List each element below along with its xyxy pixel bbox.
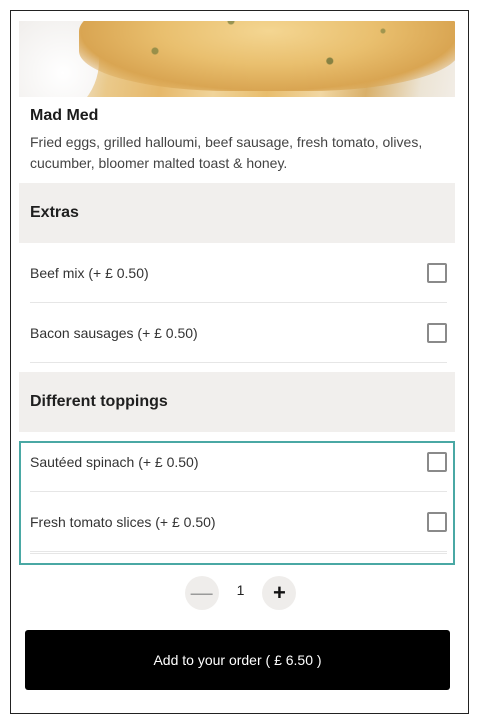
- section-header-different-toppings: Different toppings: [19, 372, 455, 432]
- checkbox[interactable]: [427, 262, 447, 283]
- option-label: Sautéed spinach (+ £ 0.50): [30, 453, 199, 470]
- food-graphic: [79, 21, 455, 91]
- list-divider: [30, 552, 447, 554]
- checkbox[interactable]: [427, 511, 447, 532]
- quantity-value: 1: [236, 582, 245, 598]
- food-image: [19, 21, 455, 97]
- checkbox[interactable]: [427, 322, 447, 343]
- option-row-bacon-sausages[interactable]: Bacon sausages (+ £ 0.50): [30, 303, 447, 363]
- item-detail-panel: Mad Med Fried eggs, grilled halloumi, be…: [10, 10, 469, 714]
- option-label: Fresh tomato slices (+ £ 0.50): [30, 513, 216, 530]
- item-title: Mad Med: [30, 107, 99, 124]
- option-row-fresh-tomato-slices[interactable]: Fresh tomato slices (+ £ 0.50): [30, 492, 447, 552]
- decrease-quantity-button[interactable]: —: [184, 576, 219, 610]
- checkbox[interactable]: [427, 451, 447, 472]
- option-label: Bacon sausages (+ £ 0.50): [30, 324, 198, 341]
- option-label: Beef mix (+ £ 0.50): [30, 264, 149, 281]
- section-header-extras: Extras: [19, 183, 455, 243]
- item-description: Fried eggs, grilled halloumi, beef sausa…: [30, 134, 423, 171]
- add-to-order-button[interactable]: Add to your order ( £ 6.50 ): [25, 630, 450, 690]
- quantity-stepper: — 1 +: [11, 575, 468, 611]
- option-row-sauteed-spinach[interactable]: Sautéed spinach (+ £ 0.50): [30, 432, 447, 492]
- option-row-beef-mix[interactable]: Beef mix (+ £ 0.50): [30, 243, 447, 303]
- increase-quantity-button[interactable]: +: [262, 576, 297, 610]
